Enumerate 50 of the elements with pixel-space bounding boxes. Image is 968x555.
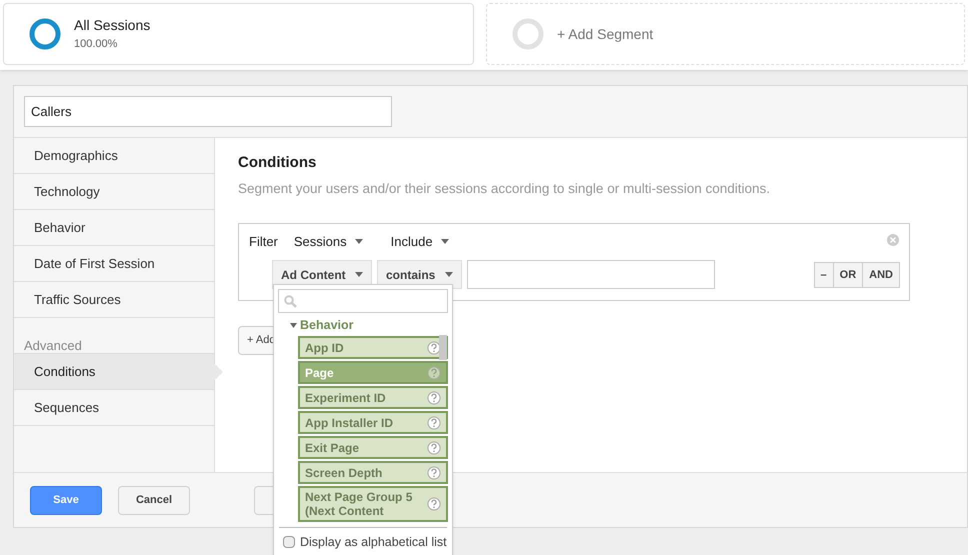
help-icon — [427, 366, 441, 380]
sidebar-item[interactable]: Demographics — [14, 138, 214, 174]
item-label: Next Page Group 5 (Next Content — [305, 490, 414, 518]
logic-button[interactable]: – — [814, 262, 833, 287]
help-icon — [427, 416, 441, 430]
segment-card[interactable]: All Sessions 100.00% — [3, 3, 474, 65]
checkbox-label: Display as alphabetical list — [300, 534, 447, 551]
section-description: Segment your users and/or their sessions according to single or multi-session conditions. — [238, 180, 772, 198]
item-label: Screen Depth — [305, 466, 382, 480]
segment-name-field[interactable]: Callers — [24, 96, 392, 127]
caret-icon — [440, 239, 449, 244]
item-label: App ID — [305, 340, 344, 354]
caret-icon — [290, 322, 297, 328]
logic-button[interactable]: OR — [832, 262, 862, 287]
scrollbar[interactable] — [439, 335, 447, 360]
sidebar-item[interactable]: Traffic Sources — [14, 282, 214, 318]
section-label: Advanced — [23, 337, 83, 353]
item-label: Page — [305, 366, 334, 380]
item-label: Exit Page — [305, 440, 360, 454]
help-icon — [427, 466, 441, 480]
cancel-button[interactable]: Cancel — [118, 486, 190, 514]
segment-name: All Sessions — [74, 16, 150, 36]
item-label: Experiment ID — [305, 390, 386, 404]
search-icon — [284, 294, 297, 308]
caret-icon — [354, 239, 363, 244]
item-label: App Installer ID — [305, 416, 394, 430]
ring-icon — [511, 17, 546, 51]
caret-icon — [355, 272, 363, 278]
scope-dropdown[interactable]: Sessions — [290, 232, 367, 252]
remove-icon[interactable] — [887, 234, 899, 246]
segment-name: + Add Segment — [557, 24, 654, 44]
section-title: Conditions — [238, 153, 318, 173]
sidebar-item[interactable]: Sequences — [14, 390, 214, 426]
ring-icon — [28, 17, 62, 51]
filter-label: Filter — [249, 232, 278, 251]
sidebar-item[interactable]: Behavior — [14, 210, 214, 246]
caret-icon — [445, 272, 453, 278]
segment-share: 100.00% — [74, 37, 118, 52]
menu-search-field[interactable] — [278, 289, 448, 313]
alphabetical-checkbox[interactable] — [283, 536, 295, 548]
help-icon — [427, 340, 441, 354]
help-icon — [427, 390, 441, 404]
sidebar-item[interactable]: Date of First Session — [14, 246, 214, 282]
logic-button[interactable]: AND — [862, 262, 899, 287]
value-field[interactable] — [467, 260, 715, 290]
add-segment-card[interactable]: + Add Segment — [486, 3, 965, 65]
help-icon — [427, 497, 441, 511]
sidebar-item[interactable]: Technology — [14, 174, 214, 210]
help-icon — [427, 440, 441, 454]
mode-dropdown[interactable]: Include — [386, 232, 453, 252]
